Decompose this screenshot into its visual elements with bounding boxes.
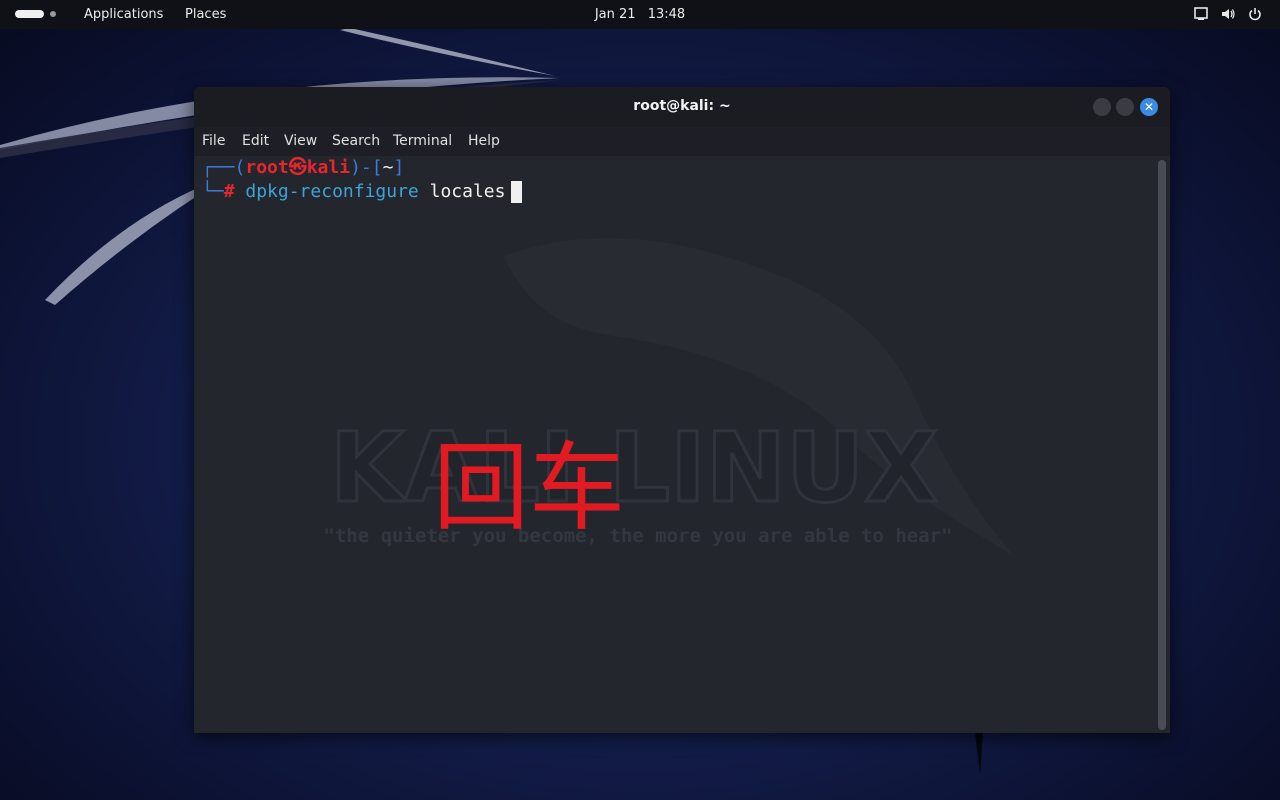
menu-file[interactable]: File [202, 133, 225, 149]
top-panel: Applications Places Jan 21 13:48 [0, 0, 1280, 29]
menu-bar: File Edit View Search Terminal Help [194, 127, 1170, 156]
window-title: root@kali: ~ [633, 98, 731, 114]
prompt-corner-top: ┌──( [202, 157, 246, 178]
screen-icon[interactable] [1193, 6, 1209, 22]
command-name: dpkg-reconfigure [245, 181, 419, 202]
menu-view[interactable]: View [284, 133, 317, 149]
svg-text:KALI LINUX: KALI LINUX [330, 412, 938, 524]
svg-text:"the quieter you become, the m: "the quieter you become, the more you ar… [323, 525, 952, 547]
minimize-button[interactable] [1093, 98, 1111, 116]
clock[interactable]: Jan 21 13:48 [560, 7, 720, 23]
clock-time: 13:48 [647, 7, 686, 22]
terminal-output[interactable]: KALI LINUX "the quieter you become, the … [194, 156, 1170, 733]
prompt-user: root [245, 157, 289, 178]
menu-edit[interactable]: Edit [242, 133, 269, 149]
kali-logo-watermark: KALI LINUX "the quieter you become, the … [323, 238, 1014, 556]
prompt-separator: )-[ [350, 157, 383, 178]
enter-key-annotation: 回车 [433, 432, 625, 544]
prompt-line-2: └─# dpkg-reconfigure locales [202, 181, 523, 203]
prompt-cwd: ~ [382, 157, 394, 178]
places-menu[interactable]: Places [185, 7, 226, 23]
maximize-button[interactable] [1116, 98, 1134, 116]
volume-icon[interactable] [1220, 6, 1236, 22]
scrollbar[interactable] [1158, 160, 1166, 730]
command-argument: locales [429, 181, 506, 202]
activities-indicator[interactable] [15, 10, 44, 18]
prompt-hash: # [223, 181, 235, 202]
clock-date: Jan 21 [594, 7, 636, 22]
close-button[interactable]: ✕ [1140, 98, 1158, 116]
title-bar[interactable]: root@kali: ~ ✕ [194, 87, 1170, 127]
close-icon: ✕ [1143, 100, 1155, 114]
power-icon[interactable] [1247, 6, 1263, 22]
workspace-dot[interactable] [50, 11, 56, 17]
menu-search[interactable]: Search [332, 133, 380, 149]
terminal-window[interactable]: root@kali: ~ ✕ File Edit View Search Ter… [194, 87, 1170, 733]
prompt-close: ] [393, 157, 405, 178]
text-cursor [511, 181, 523, 203]
prompt-line-1: ┌──(root㉿kali)-[~] [202, 157, 404, 179]
prompt-corner-bottom: └─ [202, 181, 224, 202]
menu-help[interactable]: Help [468, 133, 500, 149]
prompt-at-symbol: ㉿ [288, 157, 307, 178]
menu-terminal[interactable]: Terminal [393, 133, 452, 149]
prompt-host: kali [306, 157, 351, 178]
applications-menu[interactable]: Applications [84, 7, 163, 23]
